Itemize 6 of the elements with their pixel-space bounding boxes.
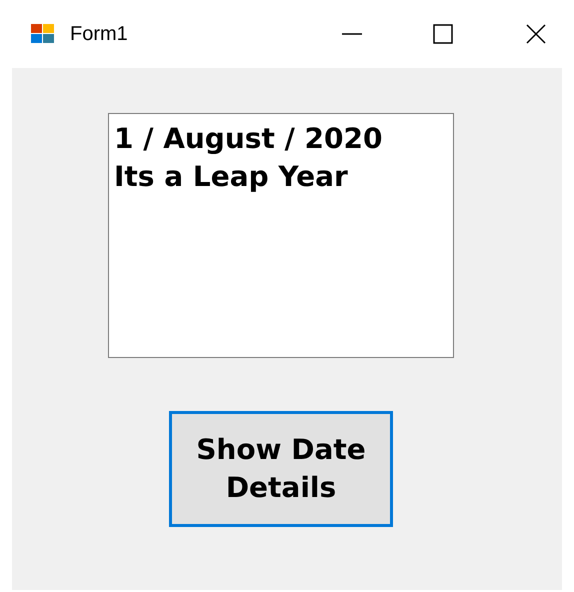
maximize-icon[interactable] [433,24,453,44]
close-icon[interactable] [526,24,546,44]
window-title: Form1 [70,22,128,47]
show-date-details-button[interactable]: Show Date Details [169,411,393,527]
app-icon [30,22,56,46]
text-box[interactable]: 1 / August / 2020 Its a Leap Year [108,113,454,358]
